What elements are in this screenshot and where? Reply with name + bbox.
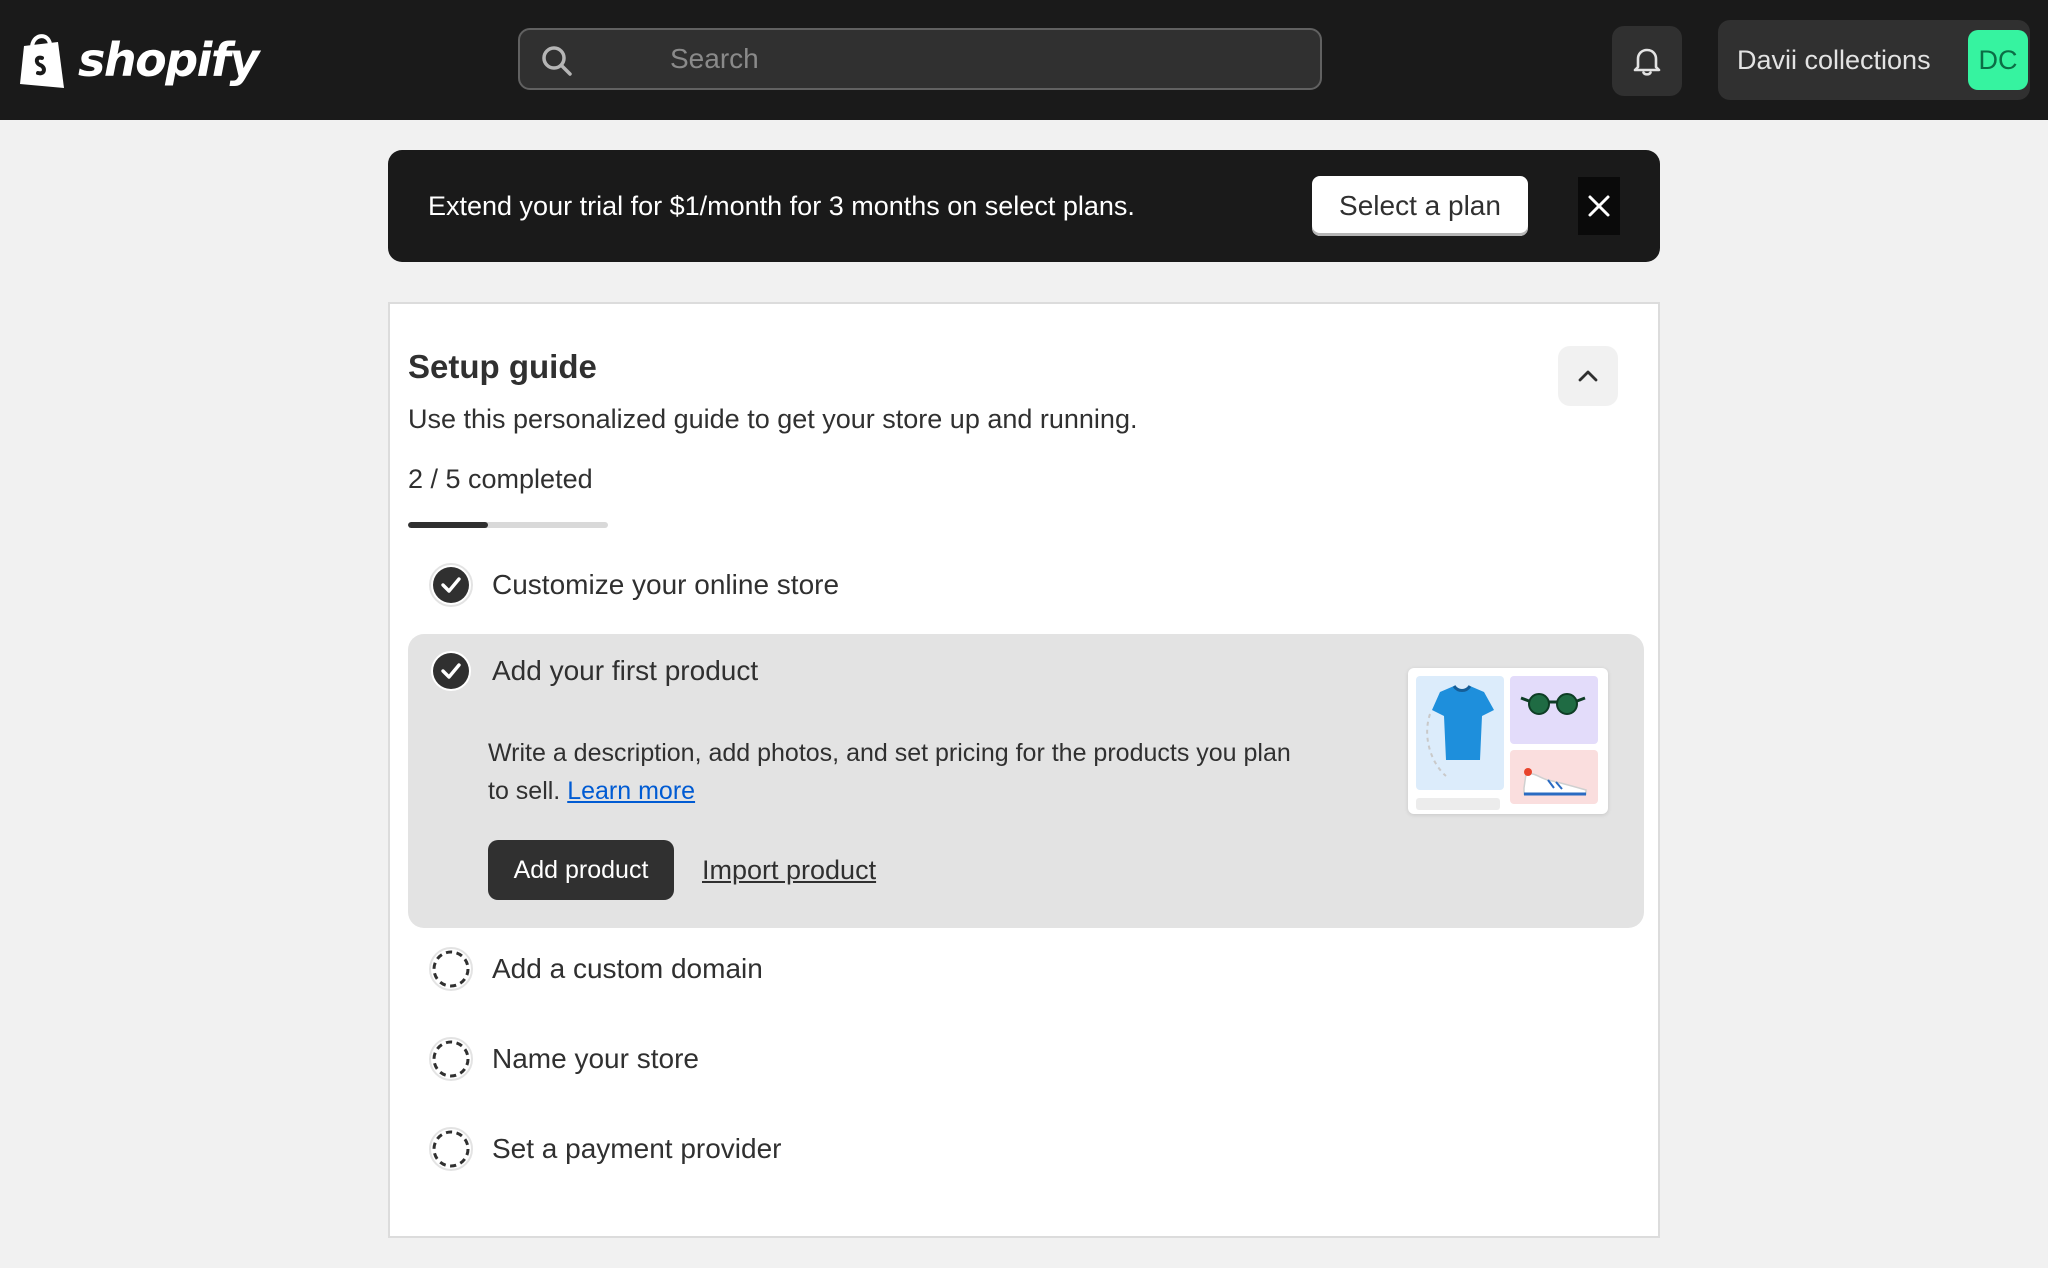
check-circle-icon — [429, 649, 473, 693]
avatar: DC — [1968, 30, 2028, 90]
dashed-circle-icon — [429, 1127, 473, 1171]
setup-guide-card: Setup guide Use this personalized guide … — [388, 302, 1660, 1238]
add-product-button[interactable]: Add product — [488, 840, 674, 900]
setup-guide-subtitle: Use this personalized guide to get your … — [408, 404, 1138, 434]
progress-text: 2 / 5 completed — [408, 464, 593, 494]
product-illustration-image — [1416, 676, 1598, 810]
learn-more-link[interactable]: Learn more — [567, 777, 695, 805]
store-menu-button[interactable]: Davii collections DC — [1718, 20, 2030, 100]
setup-guide-title: Setup guide — [408, 348, 597, 385]
task-label: Set a payment provider — [492, 1133, 782, 1164]
task-label: Customize your online store — [492, 569, 840, 600]
logo-wordmark: shopify — [78, 33, 259, 87]
task-set-payment-provider[interactable]: Set a payment provider — [408, 1114, 1644, 1184]
task-label: Add your first product — [492, 655, 759, 686]
task-customize-store[interactable]: Customize your online store — [408, 550, 1644, 620]
banner-text: Extend your trial for $1/month for 3 mon… — [428, 191, 1135, 221]
progress-bar — [408, 522, 608, 528]
collapse-guide-button[interactable] — [1558, 346, 1618, 406]
import-product-link[interactable]: Import product — [702, 840, 876, 900]
task-name-store[interactable]: Name your store — [408, 1024, 1644, 1094]
trial-banner: Extend your trial for $1/month for 3 mon… — [388, 150, 1660, 262]
dashed-circle-icon — [429, 1037, 473, 1081]
task-label: Name your store — [492, 1043, 699, 1074]
shopify-bag-icon — [20, 34, 64, 88]
notifications-button[interactable] — [1612, 26, 1682, 96]
chevron-up-icon — [1578, 370, 1598, 382]
bell-icon — [1633, 48, 1661, 76]
shopify-logo[interactable]: shopify — [18, 28, 259, 92]
store-name: Davii collections — [1737, 45, 1931, 75]
task-add-first-product[interactable]: Add your first product Write a descripti… — [408, 634, 1644, 928]
select-plan-button[interactable]: Select a plan — [1312, 176, 1528, 236]
dashed-circle-icon — [429, 947, 473, 991]
dismiss-banner-button[interactable] — [1578, 177, 1620, 235]
search-icon — [542, 46, 572, 76]
progress-bar-fill — [408, 522, 488, 528]
check-circle-icon — [429, 563, 473, 607]
search-bar[interactable] — [518, 28, 1322, 90]
search-input[interactable] — [590, 30, 1290, 88]
top-bar: shopify Davii collections DC — [0, 0, 2048, 120]
task-description: Write a description, add photos, and set… — [488, 734, 1308, 810]
task-label: Add a custom domain — [492, 953, 763, 984]
task-add-custom-domain[interactable]: Add a custom domain — [408, 934, 1644, 1004]
product-illustration — [1408, 668, 1608, 814]
close-icon — [1588, 195, 1610, 217]
